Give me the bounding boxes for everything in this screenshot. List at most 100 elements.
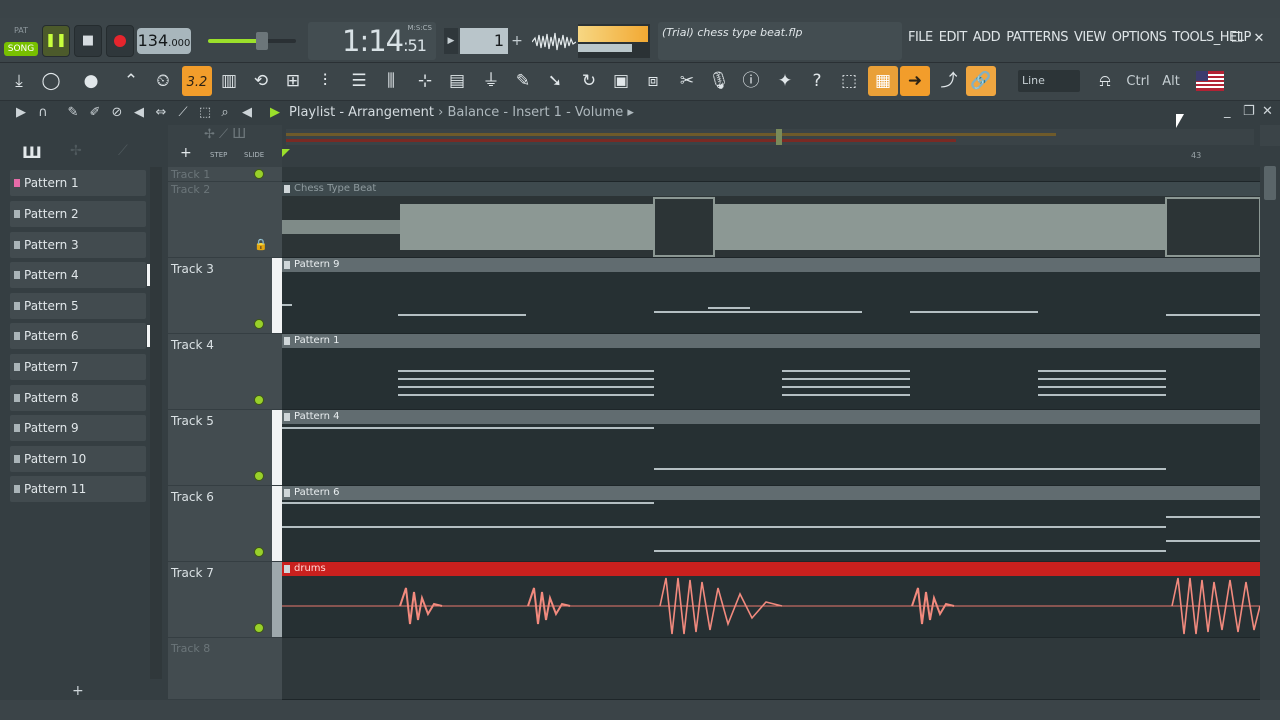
help-icon[interactable]: ? — [802, 66, 832, 96]
ctrl-button[interactable]: Ctrl — [1124, 71, 1152, 93]
menu-edit[interactable]: EDIT — [939, 30, 968, 52]
add-pattern-button[interactable]: + — [72, 683, 84, 699]
draw-tool-icon[interactable]: ✎ — [64, 104, 82, 122]
refresh-icon[interactable]: ↻ — [574, 66, 604, 96]
pattern-item[interactable]: Pattern 1 — [10, 170, 146, 196]
pat-song-toggle[interactable]: PAT SONG — [4, 20, 38, 58]
stop-button[interactable]: ■ — [74, 25, 102, 57]
audio-clip-header[interactable]: Chess Type Beat — [282, 182, 1260, 196]
pattern-item[interactable]: Pattern 11 — [10, 476, 146, 502]
pattern-number[interactable]: 1 — [460, 28, 508, 54]
link-icon[interactable]: 🔗 — [966, 66, 996, 96]
snap-icon[interactable]: ⬚ — [834, 66, 864, 96]
picker-automation-icon[interactable]: ⟋ — [118, 143, 128, 159]
track-mute-led[interactable] — [254, 471, 264, 481]
track-mute-led[interactable] — [254, 547, 264, 557]
track-header[interactable]: Track 5 — [168, 410, 282, 486]
playlist-menu-arrow-icon[interactable]: ▶ — [12, 104, 30, 122]
pattern-clip-header[interactable]: Pattern 6 — [282, 486, 1260, 500]
pattern-selector-arrow-icon[interactable]: ▶ — [444, 28, 458, 54]
menu-patterns[interactable]: PATTERNS — [1006, 30, 1068, 52]
playlist-icon[interactable]: ⫶ — [310, 66, 340, 96]
track-selector[interactable] — [272, 486, 282, 561]
render-icon[interactable]: ⧈ — [638, 66, 668, 96]
mute-tool-icon[interactable]: ◀ — [130, 104, 148, 122]
plugin-icon[interactable]: ⏚ — [476, 66, 506, 96]
slip-tool-icon[interactable]: ⇔ — [152, 104, 170, 122]
pattern-item[interactable]: Pattern 10 — [10, 446, 146, 472]
hint-bell-icon[interactable]: ⍾ — [1090, 66, 1120, 96]
track-lane[interactable] — [282, 638, 1260, 700]
timeline-ruler[interactable]: 43 — [282, 125, 1260, 167]
playlist-minimize-icon[interactable]: _ — [1224, 104, 1231, 119]
track-selector[interactable] — [272, 562, 282, 637]
song-time-display[interactable]: 1:14:51 M:S:CS — [308, 22, 436, 60]
pattern-item[interactable]: Pattern 9 — [10, 415, 146, 441]
pattern-item[interactable]: Pattern 2 — [10, 201, 146, 227]
metronome-icon[interactable]: ⌃ — [116, 66, 146, 96]
track-header[interactable]: Track 8 — [168, 638, 282, 700]
playlist-play-icon[interactable]: ▶ — [266, 104, 284, 122]
circle-knob-icon[interactable]: ◯ — [36, 66, 66, 96]
pattern-item[interactable]: Pattern 4 — [10, 262, 150, 288]
track-mute-led[interactable] — [254, 319, 264, 329]
track-header[interactable]: Track 1 — [168, 167, 282, 182]
arrangement-area[interactable]: 43 Chess Type Beat Pattern 9 Pattern 1 P… — [282, 125, 1260, 700]
save-icon[interactable]: ▣ — [606, 66, 636, 96]
track-selector[interactable] — [272, 410, 282, 485]
add-pattern-icon[interactable]: + — [510, 28, 524, 54]
picker-keyboard-icon[interactable]: Ш — [22, 143, 42, 162]
pattern-selector[interactable]: ▶ 1 + — [444, 28, 524, 54]
paint-tool-icon[interactable]: ✐ — [86, 104, 104, 122]
picker-audio-icon[interactable]: ✢ — [70, 143, 82, 159]
info-icon[interactable]: ⓘ — [736, 66, 766, 96]
select-tool-icon[interactable]: ⬚ — [196, 104, 214, 122]
magnet-icon[interactable]: ∩ — [34, 104, 52, 122]
track-header[interactable]: Track 3 — [168, 258, 282, 334]
loop-record-icon[interactable]: ⟲ — [246, 66, 276, 96]
menu-file[interactable]: FILE — [908, 30, 933, 52]
play-pause-button[interactable]: ❚❚ — [42, 25, 70, 57]
pattern-item[interactable]: Pattern 8 — [10, 385, 146, 411]
keyboard-icon[interactable]: ▦ — [868, 66, 898, 96]
step-edit-icon[interactable]: ▥ — [214, 66, 244, 96]
arrow-right-icon[interactable]: ➜ — [900, 66, 930, 96]
playback-tool-icon[interactable]: ◀ — [238, 104, 256, 122]
delete-tool-icon[interactable]: ⊘ — [108, 104, 126, 122]
snap-mode-dropdown[interactable]: Line — [1018, 70, 1080, 92]
tempo-display[interactable]: 134.000 — [137, 28, 191, 54]
blend-notes-icon[interactable]: ⊞ — [278, 66, 308, 96]
playhead-marker-icon[interactable] — [282, 149, 290, 157]
track-lane[interactable]: Pattern 9 — [282, 258, 1260, 334]
playlist-vertical-scrollbar[interactable] — [1260, 146, 1280, 700]
picker-scrollbar[interactable] — [150, 167, 162, 679]
minimize-icon[interactable]: _ — [1208, 30, 1226, 48]
pattern-item[interactable]: Pattern 7 — [10, 354, 146, 380]
download-icon[interactable]: ⤓ — [4, 66, 34, 96]
add-track-icon[interactable]: + — [180, 145, 192, 161]
curve-icon[interactable]: ⤴ — [934, 66, 964, 96]
tempo-tap-icon[interactable]: 3.2 — [182, 66, 212, 96]
pattern-clip-header[interactable]: Pattern 9 — [282, 258, 1260, 272]
track-lane[interactable]: Pattern 1 — [282, 334, 1260, 410]
master-volume-slider[interactable] — [208, 32, 296, 50]
track-header[interactable]: Track 4 — [168, 334, 282, 410]
arrow-tool-icon[interactable]: ➘ — [540, 66, 570, 96]
track-lane[interactable]: Pattern 6 — [282, 486, 1260, 562]
menu-add[interactable]: ADD — [973, 30, 1001, 52]
close-icon[interactable]: ✕ — [1250, 30, 1268, 48]
channel-rack-icon[interactable]: ☰ — [344, 66, 374, 96]
track-mute-led[interactable] — [254, 395, 264, 405]
browser-icon[interactable]: ▤ — [442, 66, 472, 96]
track-lane[interactable]: Pattern 4 — [282, 410, 1260, 486]
language-flag-icon[interactable] — [1196, 71, 1224, 91]
alt-button[interactable]: Alt — [1158, 71, 1184, 93]
scrollbar-thumb[interactable] — [1264, 166, 1276, 200]
pattern-item[interactable]: Pattern 3 — [10, 232, 146, 258]
record-button[interactable] — [106, 25, 134, 57]
pattern-clip-header[interactable]: Pattern 4 — [282, 410, 1260, 424]
track-mute-led[interactable] — [254, 169, 264, 179]
track-header[interactable]: Track 2 🔒 — [168, 182, 282, 258]
track-lock-icon[interactable]: 🔒 — [254, 238, 268, 251]
pattern-item[interactable]: Pattern 6 — [10, 323, 150, 349]
